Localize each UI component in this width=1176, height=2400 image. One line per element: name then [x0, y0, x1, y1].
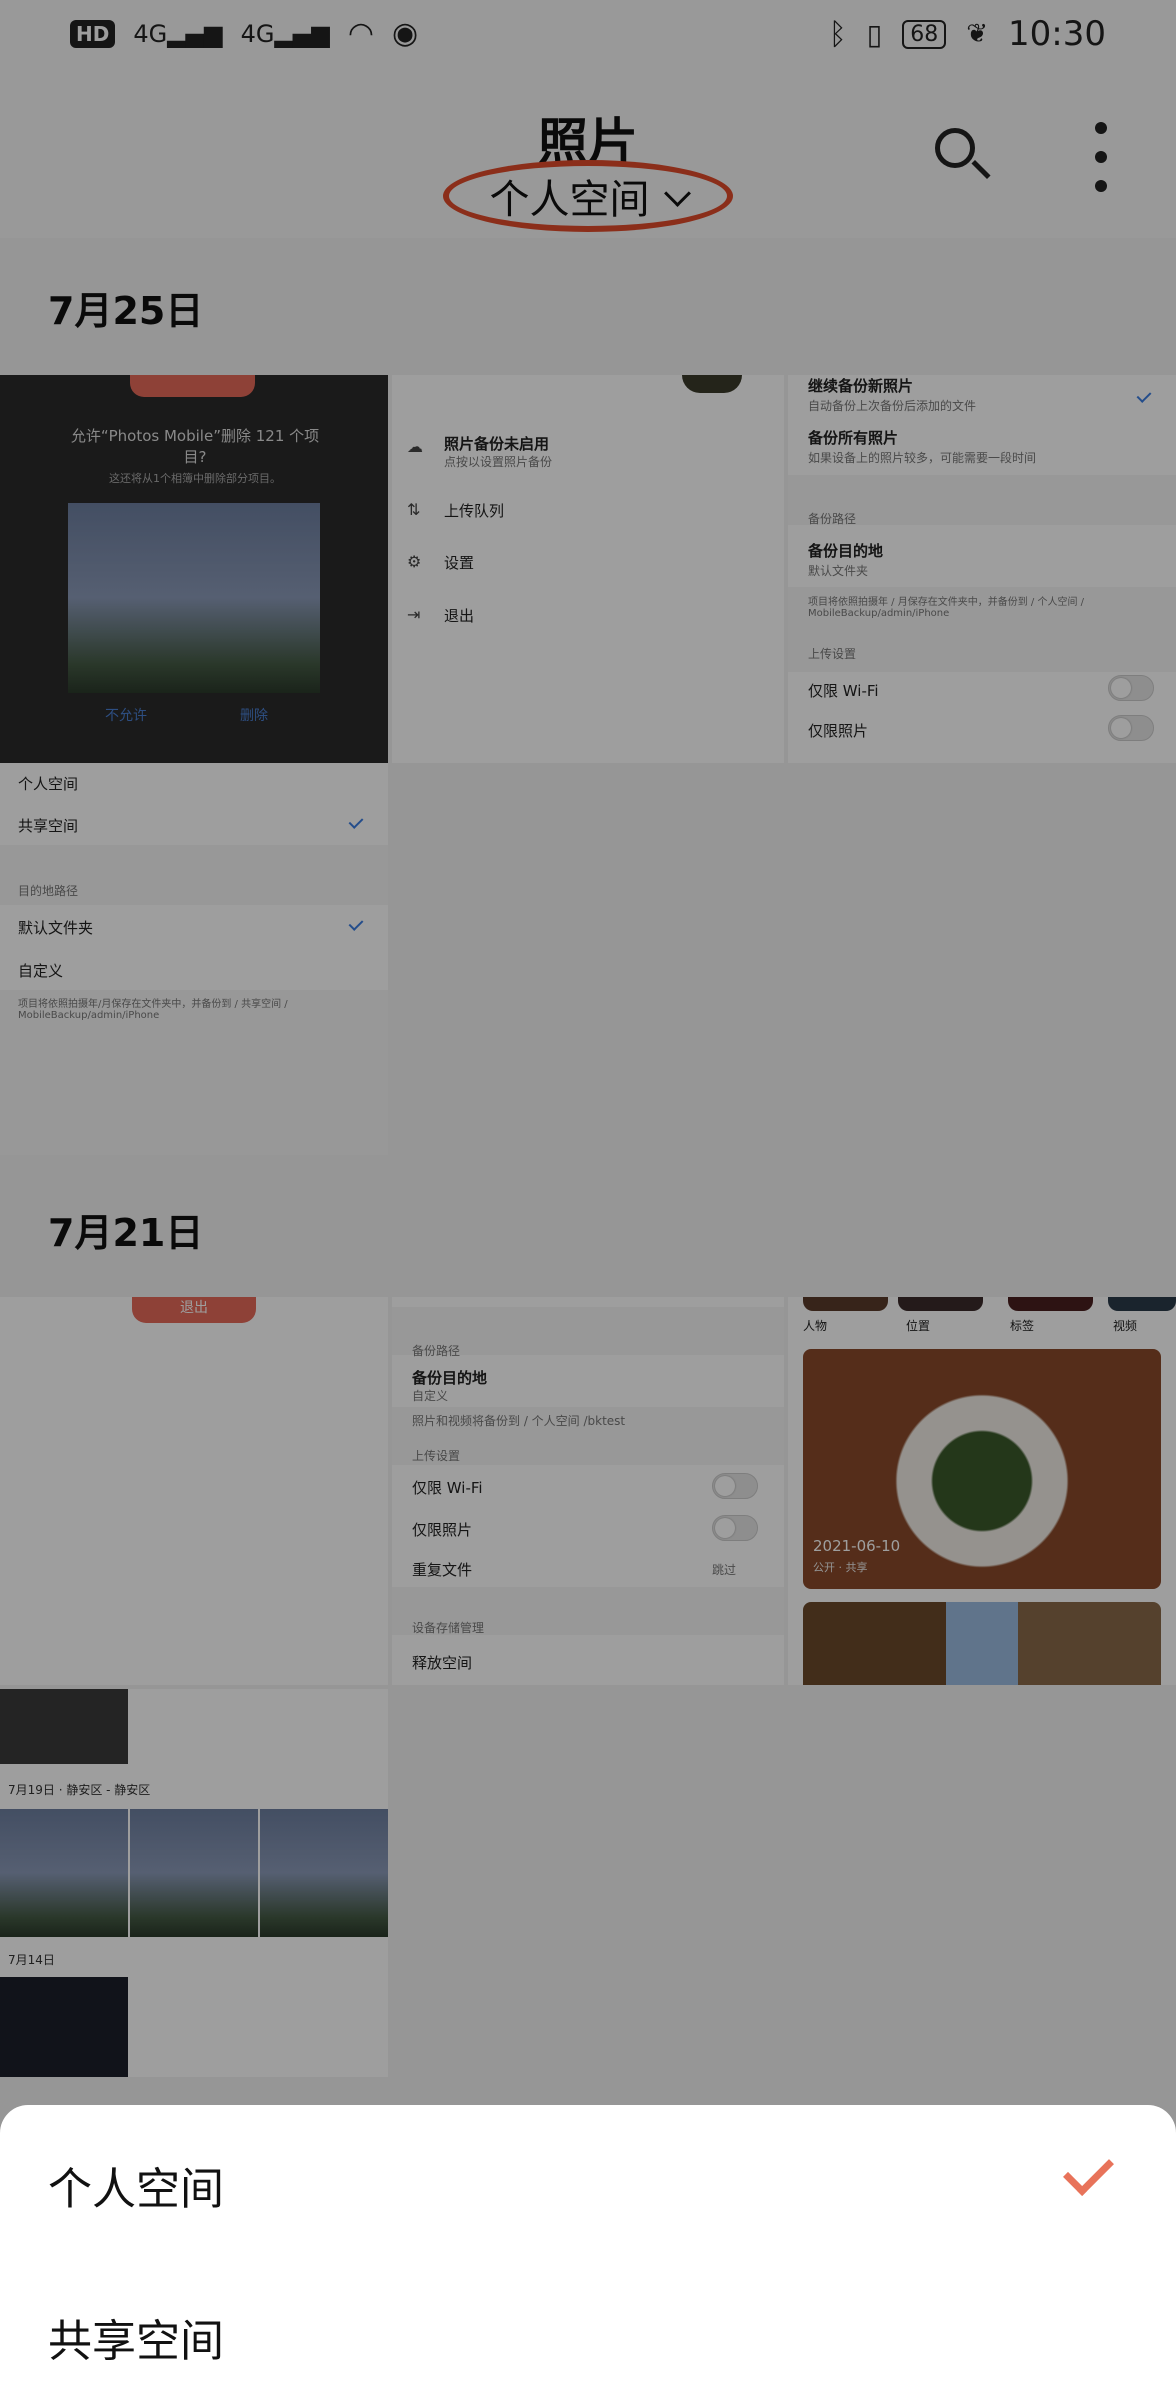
space-picker-sheet: 个人空间 共享空间	[0, 2105, 1176, 2400]
option-shared-space[interactable]: 共享空间	[48, 2305, 224, 2369]
modal-scrim[interactable]	[0, 0, 1176, 2400]
option-personal-space[interactable]: 个人空间	[48, 2153, 224, 2217]
